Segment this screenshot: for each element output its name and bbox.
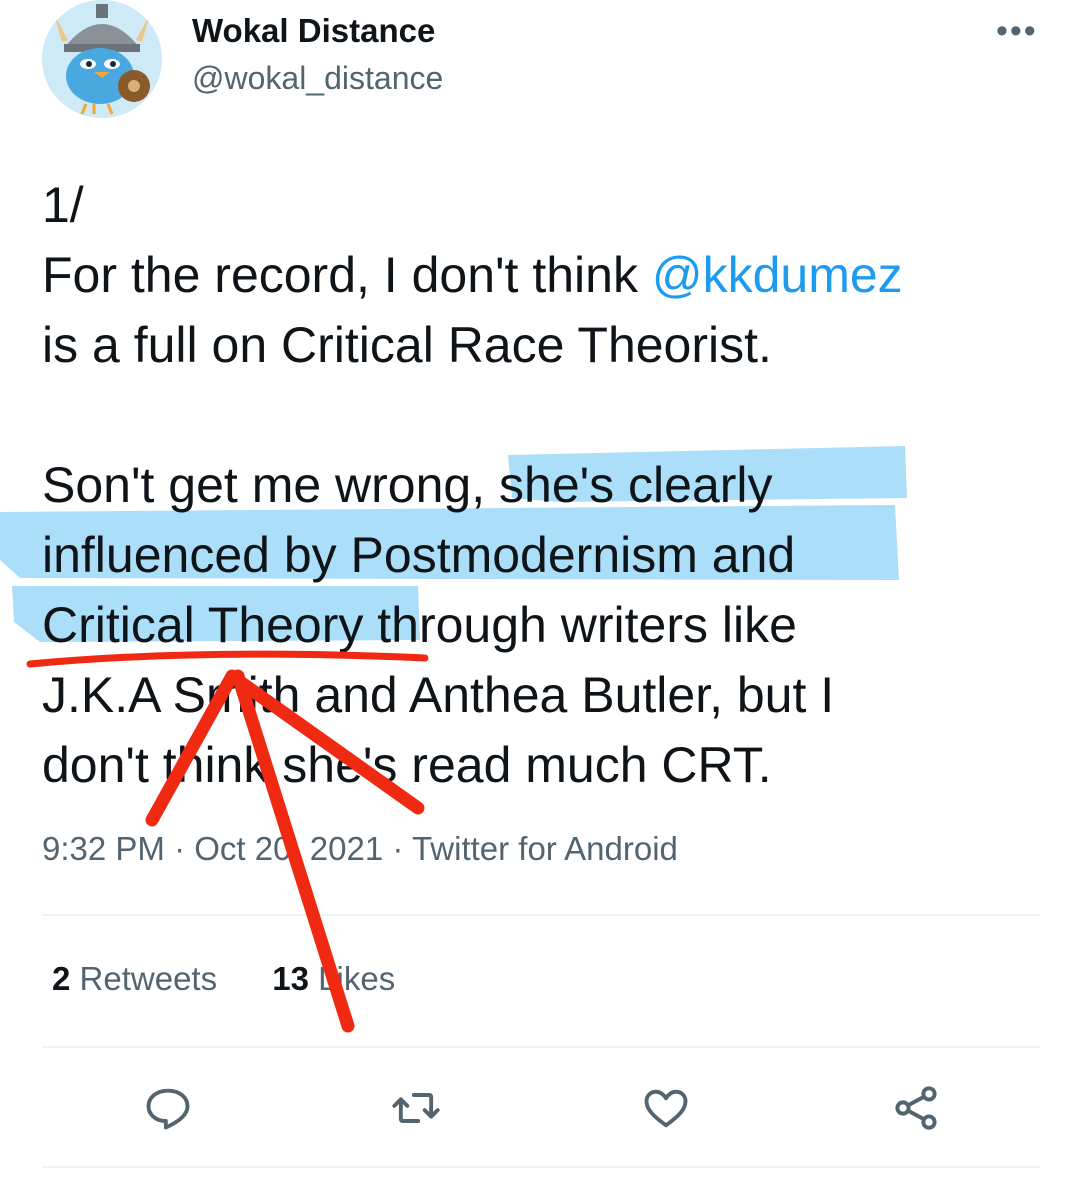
tweet-text: 1/ For the record, I don't think @kkdume… (42, 170, 1052, 800)
tweet-line: Son't get me wrong, she's clearly (42, 457, 773, 513)
like-button[interactable] (640, 1082, 692, 1134)
reply-button[interactable] (142, 1082, 194, 1134)
separator: · (383, 830, 412, 867)
tweet-timestamp: 9:32 PM · Oct 20, 2021 · Twitter for And… (42, 830, 678, 868)
divider (42, 1046, 1040, 1048)
divider (42, 914, 1040, 916)
tweet-source[interactable]: Twitter for Android (412, 830, 678, 867)
reply-icon (146, 1088, 190, 1130)
likes-stat[interactable]: 13 Likes (272, 960, 395, 997)
author-display-name[interactable]: Wokal Distance (192, 12, 435, 50)
tweet-line-text: For the record, I don't think (42, 247, 652, 303)
more-options-button[interactable]: ••• (996, 12, 1038, 51)
tweet-line: For the record, I don't think @kkdumez (42, 240, 1052, 310)
retweets-stat[interactable]: 2 Retweets (52, 960, 217, 997)
retweets-count: 2 (52, 960, 71, 997)
tweet-time[interactable]: 9:32 PM (42, 830, 165, 867)
share-button[interactable] (890, 1082, 942, 1134)
likes-label: Likes (318, 960, 396, 997)
tweet-line: Critical Theory through writers like (42, 597, 797, 653)
divider (42, 1166, 1040, 1168)
likes-count: 13 (272, 960, 309, 997)
avatar[interactable] (42, 0, 162, 118)
like-icon (644, 1089, 688, 1128)
retweet-icon (392, 1093, 440, 1123)
mention-link[interactable]: @kkdumez (652, 247, 903, 303)
avatar-image (42, 0, 162, 118)
engagement-stats: 2 Retweets 13 Likes (52, 960, 441, 998)
author-handle[interactable]: @wokal_distance (192, 60, 443, 97)
tweet-line: don't think she's read much CRT. (42, 737, 772, 793)
retweet-button[interactable] (390, 1082, 442, 1134)
retweets-label: Retweets (79, 960, 218, 997)
tweet-line: is a full on Critical Race Theorist. (42, 317, 772, 373)
tweet-date[interactable]: Oct 20, 2021 (194, 830, 383, 867)
tweet-line: J.K.A Smith and Anthea Butler, but I (42, 667, 835, 723)
share-icon (895, 1086, 937, 1130)
tweet-line: 1/ (42, 177, 84, 233)
separator: · (164, 830, 195, 867)
tweet-line: influenced by Postmodernism and (42, 527, 796, 583)
